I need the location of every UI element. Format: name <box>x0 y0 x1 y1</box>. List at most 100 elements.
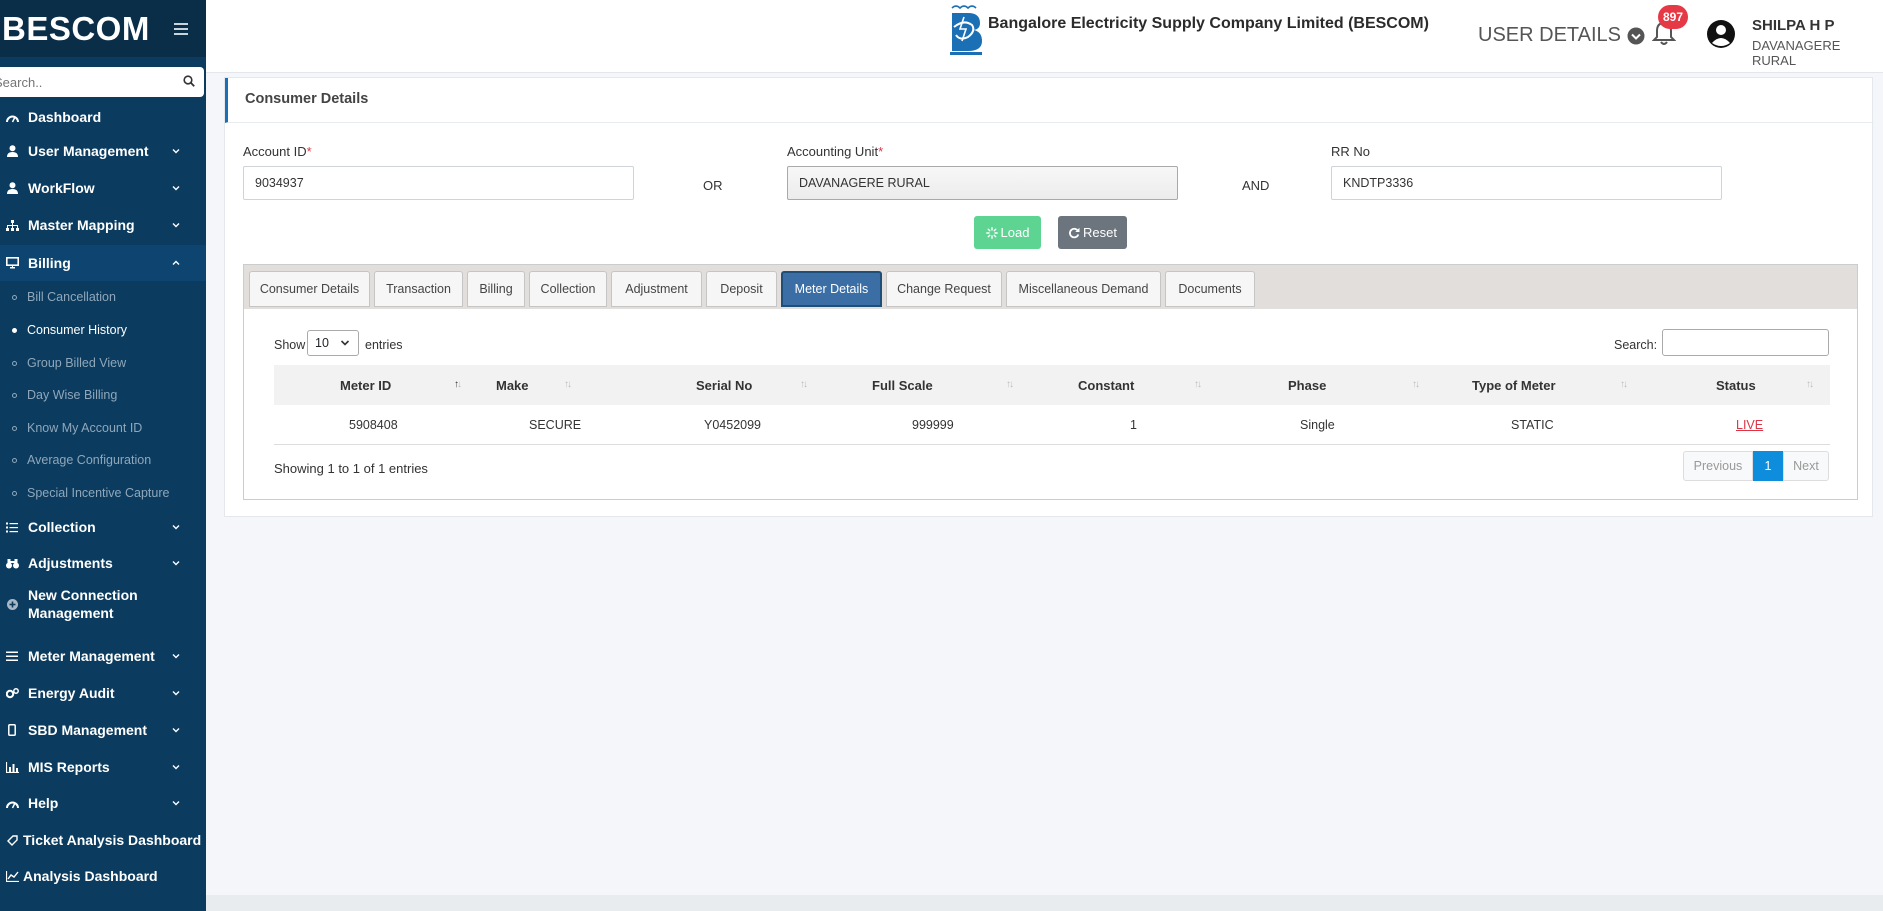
sort-icon: ↑↓ <box>1620 379 1628 390</box>
sidebar-sub-average-configuration[interactable]: Average Configuration <box>0 444 206 476</box>
tab-meter-details[interactable]: Meter Details <box>781 271 882 307</box>
user-location: DAVANAGERE RURAL <box>1752 38 1841 68</box>
sidebar-item-analysis-dashboard[interactable]: Analysis Dashboard <box>0 859 206 893</box>
account-id-label: Account ID* <box>243 144 312 159</box>
cell-phase: Single <box>1300 418 1335 432</box>
th-make[interactable]: Make ↑↓ <box>464 365 664 405</box>
user-details-dropdown[interactable]: USER DETAILS <box>1478 24 1645 47</box>
sidebar-item-new-connection-management[interactable]: New Connection Management <box>0 581 206 627</box>
avatar-icon[interactable] <box>1706 19 1736 49</box>
tab-panel: Consumer Details Transaction Billing Col… <box>243 264 1858 500</box>
cell-status-link[interactable]: LIVE <box>1736 418 1763 432</box>
sidebar-sub-day-wise-billing[interactable]: Day Wise Billing <box>0 379 206 411</box>
pagination-previous[interactable]: Previous <box>1683 451 1753 481</box>
sidebar-item-billing[interactable]: Billing <box>0 245 206 281</box>
tab-documents[interactable]: Documents <box>1165 271 1255 307</box>
chevron-circle-down-icon <box>1627 27 1645 44</box>
sort-icon: ↑↓ <box>1806 379 1814 390</box>
th-type-of-meter[interactable]: Type of Meter ↑↓ <box>1472 365 1714 405</box>
accounting-unit-label: Accounting Unit* <box>787 144 884 159</box>
sidebar-sub-know-my-account-id[interactable]: Know My Account ID <box>0 412 206 444</box>
search-icon[interactable] <box>183 75 195 87</box>
and-label: AND <box>1242 178 1270 193</box>
sidebar-item-ticket-analysis-dashboard[interactable]: Ticket Analysis Dashboard <box>0 823 206 857</box>
sidebar-item-dashboard[interactable]: Dashboard <box>0 100 206 134</box>
sidebar-search-input[interactable] <box>0 68 180 96</box>
page-title: Consumer Details <box>245 91 369 107</box>
tag-icon <box>5 833 19 847</box>
sort-icon: ↑↓ <box>800 379 808 390</box>
sidebar-item-user-management[interactable]: User Management <box>0 134 206 168</box>
sidebar-item-workflow[interactable]: WorkFlow <box>0 171 206 205</box>
tab-consumer-details[interactable]: Consumer Details <box>249 271 370 307</box>
binoculars-icon <box>5 556 19 570</box>
cell-type-of-meter: STATIC <box>1511 418 1554 432</box>
consumer-details-card: Consumer Details Account ID* OR Accounti… <box>224 77 1874 517</box>
chevron-down-icon <box>172 654 180 659</box>
entries-label: entries <box>365 338 403 352</box>
reset-button[interactable]: Reset <box>1058 216 1127 249</box>
tab-collection[interactable]: Collection <box>529 271 607 307</box>
bar-chart-icon <box>5 760 19 774</box>
refresh-icon <box>1069 227 1080 238</box>
bullet-icon <box>12 360 17 366</box>
sidebar-sub-bill-cancellation[interactable]: Bill Cancellation <box>0 281 206 313</box>
notification-badge: 897 <box>1658 5 1688 29</box>
pagination-next[interactable]: Next <box>1783 451 1829 481</box>
load-button[interactable]: Load <box>974 216 1041 249</box>
sidebar-item-adjustments[interactable]: Adjustments <box>0 546 206 580</box>
chevron-down-icon <box>172 801 180 806</box>
show-label: Show <box>274 338 306 352</box>
th-status[interactable]: Status ↑↓ <box>1716 365 1830 405</box>
sidebar-brand-row: BESCOM <box>0 0 206 57</box>
brand-logo-text: BESCOM <box>2 9 150 47</box>
tab-transaction[interactable]: Transaction <box>374 271 463 307</box>
tab-deposit[interactable]: Deposit <box>706 271 777 307</box>
cell-serial-no: Y0452099 <box>704 418 762 432</box>
tab-adjustment[interactable]: Adjustment <box>611 271 702 307</box>
sort-icon: ↑↓ <box>564 379 572 390</box>
user-icon <box>5 181 19 195</box>
rr-no-label: RR No <box>1331 144 1371 159</box>
sidebar-sub-special-incentive-capture[interactable]: Special Incentive Capture <box>0 477 206 509</box>
th-meter-id[interactable]: Meter ID ↑↓ <box>274 365 462 405</box>
tab-billing[interactable]: Billing <box>467 271 525 307</box>
chevron-down-icon <box>172 765 180 770</box>
chevron-down-icon <box>172 186 180 191</box>
tab-miscellaneous-demand[interactable]: Miscellaneous Demand <box>1006 271 1161 307</box>
accounting-unit-select[interactable]: DAVANAGERE RURAL <box>787 166 1178 200</box>
page-length-select[interactable]: 10 <box>307 330 359 356</box>
sidebar-item-meter-management[interactable]: Meter Management <box>0 639 206 673</box>
gears-icon <box>5 686 19 700</box>
account-id-input[interactable] <box>243 166 634 200</box>
th-constant[interactable]: Constant ↑↓ <box>1078 365 1294 405</box>
top-header: Bangalore Electricity Supply Company Lim… <box>206 0 1883 73</box>
sidebar-item-collection[interactable]: Collection <box>0 510 206 544</box>
monitor-icon <box>5 256 19 270</box>
spinner-icon <box>985 226 998 239</box>
cell-make: SECURE <box>529 418 582 432</box>
menu-toggle-icon[interactable] <box>174 22 188 35</box>
sidebar-item-help[interactable]: Help <box>0 786 206 820</box>
cell-full-scale: 999999 <box>912 418 954 432</box>
line-chart-icon <box>5 869 19 883</box>
tab-change-request[interactable]: Change Request <box>886 271 1002 307</box>
user-icon <box>5 144 19 158</box>
chevron-down-icon <box>172 149 180 154</box>
th-serial-no[interactable]: Serial No ↑↓ <box>674 365 874 405</box>
sidebar-sub-group-billed-view[interactable]: Group Billed View <box>0 347 206 379</box>
sidebar-item-energy-audit[interactable]: Energy Audit <box>0 676 206 710</box>
sidebar-item-sbd-management[interactable]: SBD Management <box>0 713 206 747</box>
pagination-page-1[interactable]: 1 <box>1753 451 1783 481</box>
rr-no-input[interactable] <box>1331 166 1722 200</box>
table-search-input[interactable] <box>1662 329 1829 356</box>
th-full-scale[interactable]: Full Scale ↑↓ <box>872 365 1084 405</box>
sidebar-item-master-mapping[interactable]: Master Mapping <box>0 208 206 242</box>
sidebar-sub-consumer-history[interactable]: Consumer History <box>0 314 206 346</box>
table-header: Meter ID ↑↓ Make ↑↓ Serial No ↑↓ Full Scale… <box>274 365 1830 405</box>
table-row: 5908408 SECURE Y0452099 999999 1 Single … <box>274 405 1830 445</box>
bescom-logo <box>950 5 982 55</box>
sidebar-item-mis-reports[interactable]: MIS Reports <box>0 750 206 784</box>
dashboard-icon <box>5 796 19 810</box>
cell-meter-id: 5908408 <box>349 418 398 432</box>
